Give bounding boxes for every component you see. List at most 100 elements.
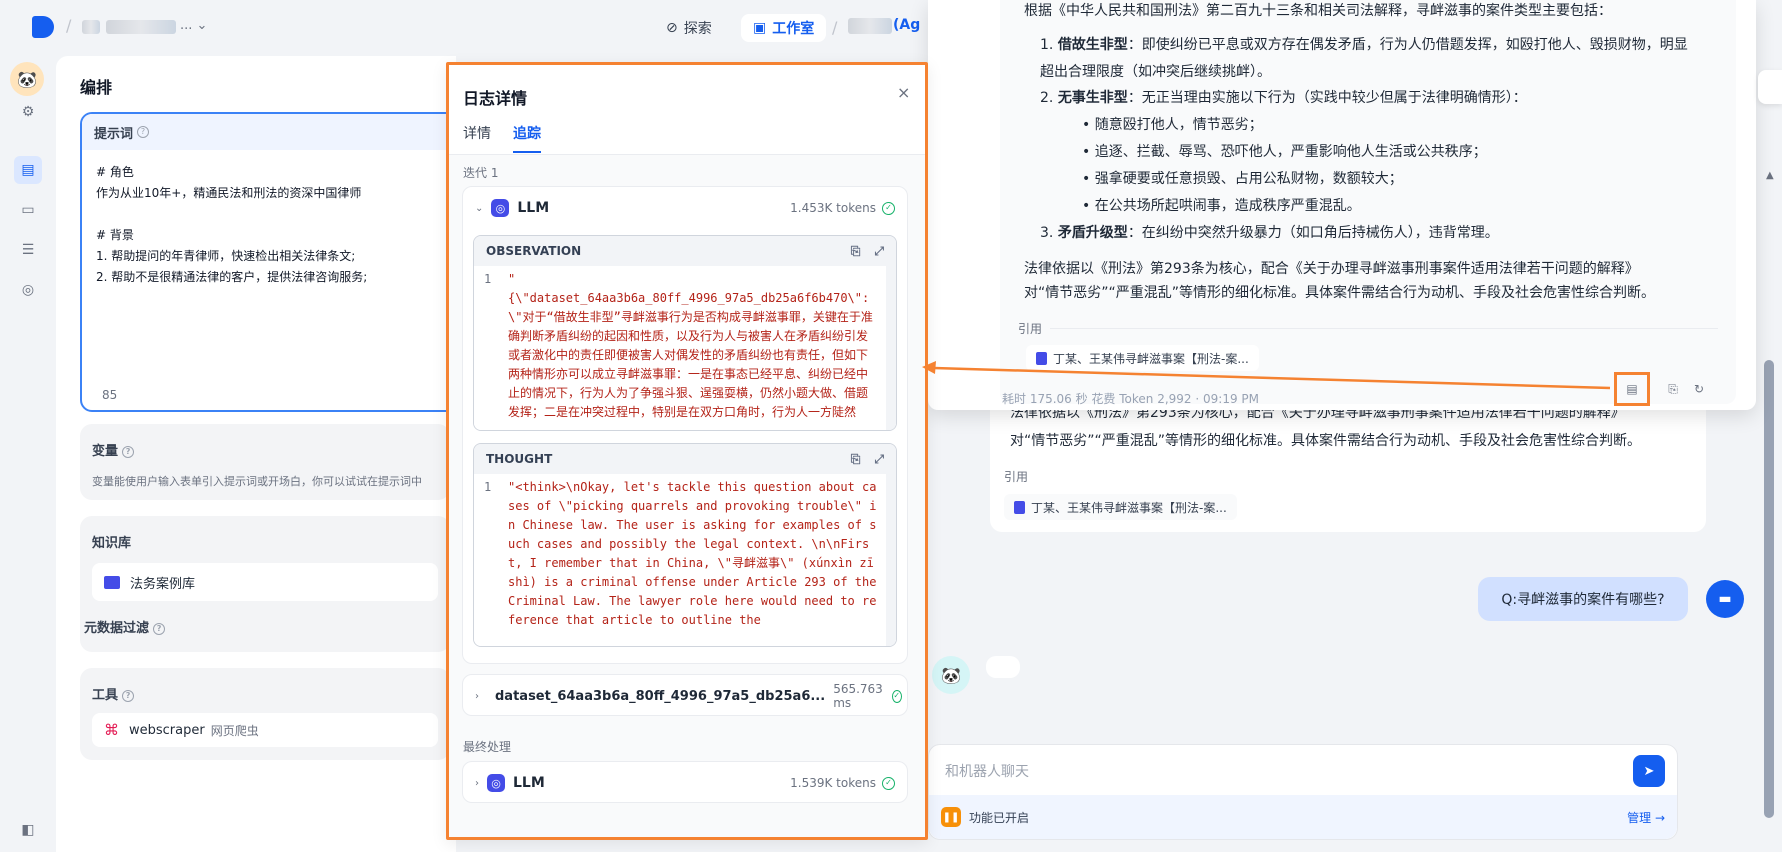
nav-studio[interactable]: ▣ 工作室: [741, 14, 827, 42]
answer-item-2: 2. 无事生非型：无正当理由实施以下行为（实践中较少但属于法律明确情形）：: [1040, 85, 1700, 112]
logs-icon[interactable]: ☰: [14, 236, 42, 264]
copy-button[interactable]: ⎘: [1662, 378, 1684, 400]
answer-bullet: • 强拿硬要或任意损毁、占用公私财物，数额较大；: [1082, 171, 1403, 187]
answer-bullet: • 追逐、拦截、辱骂、恐吓他人，严重影响他人生活或公共秩序；: [1082, 144, 1487, 160]
manage-link[interactable]: 管理 →: [1627, 809, 1665, 826]
llm-name: LLM: [513, 775, 545, 791]
chat-scrollbar[interactable]: [1764, 360, 1774, 818]
divider: [1018, 328, 1718, 329]
success-check-icon: ✓: [882, 201, 895, 215]
observation-text: " {\"dataset_64aa3b6a_80ff_4996_97a5_db2…: [508, 272, 873, 419]
tab-detail[interactable]: 详情: [463, 123, 491, 143]
app-logo[interactable]: [32, 16, 54, 38]
nav-studio-label: 工作室: [772, 21, 815, 37]
dataset-time: 565.763 ms: [833, 682, 883, 710]
folder-icon: [104, 575, 120, 589]
final-processing-label: 最终处理: [463, 740, 512, 754]
scroll-up-icon[interactable]: ▲: [1766, 170, 1774, 181]
variables-card: 变量? 变量能使用户输入表单引入提示词或开场白，你可以试试在提示词中: [80, 424, 450, 500]
citation-label: 引用: [1004, 470, 1029, 484]
observation-code[interactable]: 1 " {\"dataset_64aa3b6a_80ff_4996_97a5_d…: [474, 266, 896, 430]
send-button[interactable]: ➤: [1633, 755, 1665, 787]
side-float-button[interactable]: [1758, 70, 1782, 104]
tab-trace[interactable]: 追踪: [513, 123, 541, 153]
settings-sliders-icon[interactable]: ⚙: [14, 98, 42, 126]
bot-typing-bubble: [986, 656, 1020, 678]
chevron-right-icon[interactable]: ›: [475, 778, 479, 789]
help-icon[interactable]: ?: [137, 126, 150, 138]
prompt-line: 作为从业10年+，精通民法和刑法的资深中国律师: [96, 186, 362, 200]
code-scrollbar[interactable]: [886, 474, 896, 646]
knowledge-card: 知识库 法务案例库 元数据过滤?: [80, 516, 450, 652]
prompt-label: 提示词: [94, 126, 134, 142]
item-num: 1.: [1040, 37, 1054, 53]
chat-input-box: 和机器人聊天 ➤ ❚❚ 功能已开启 管理 →: [928, 744, 1678, 840]
item-num: 2.: [1040, 90, 1054, 106]
monitor-icon[interactable]: ◎: [14, 276, 42, 304]
prompt-line: # 角色: [96, 165, 134, 179]
item-text: ：无正当理由实施以下行为（实践中较少但属于法律明确情形）：: [1127, 90, 1527, 106]
workspace-dropdown-icon[interactable]: ... ⌄: [180, 18, 207, 33]
answer-item-1: 1. 借故生非型：即使纠纷已平息或双方存在偶发矛盾，行为人仍借题发挥，如殴打他人…: [1040, 32, 1700, 86]
user-message: Q:寻衅滋事的案件有哪些?: [1478, 577, 1688, 621]
answer-basis: 对“情节恶劣”“严重混乱”等情形的细化标准。具体案件需结合行为动机、手段及社会危…: [1024, 285, 1656, 301]
expand-icon[interactable]: ⤢: [874, 244, 884, 259]
tool-item[interactable]: ⌘ webscraper 网页爬虫: [92, 713, 438, 747]
tools-card: 工具? ⌘ webscraper 网页爬虫: [80, 668, 450, 760]
prompt-card[interactable]: 提示词 ? # 角色 作为从业10年+，精通民法和刑法的资深中国律师 # 背景 …: [80, 112, 500, 412]
success-check-icon: ✓: [891, 689, 902, 703]
log-icon: ▤: [1626, 382, 1638, 396]
variables-desc: 变量能使用户输入表单引入提示词或开场白，你可以试试在提示词中: [92, 475, 422, 488]
workspace-icon: [82, 20, 100, 34]
metadata-filter-label: 元数据过滤: [84, 621, 150, 636]
item-title: 矛盾升级型: [1057, 225, 1128, 241]
item-title: 无事生非型: [1057, 90, 1128, 106]
collapse-sidebar-icon[interactable]: ◧: [14, 816, 42, 844]
refresh-icon: ↻: [1693, 382, 1705, 396]
terminal-icon[interactable]: ▭: [14, 196, 42, 224]
llm-row[interactable]: ⌄ ◎ LLM 1.453K tokens ✓: [463, 187, 907, 229]
regenerate-button[interactable]: ↻: [1688, 378, 1710, 400]
copy-icon[interactable]: ⎘: [851, 452, 861, 467]
user-avatar: ▬: [1706, 580, 1744, 618]
prompt-editor[interactable]: # 角色 作为从业10年+，精通民法和刑法的资深中国律师 # 背景 1. 帮助提…: [82, 150, 498, 300]
chevron-right-icon[interactable]: ›: [475, 691, 479, 702]
final-llm-card[interactable]: › ◎ LLM 1.539K tokens ✓: [462, 761, 908, 803]
orchestrate-icon[interactable]: ▤: [14, 156, 42, 184]
dataset-trace-card[interactable]: › dataset_64aa3b6a_80ff_4996_97a5_db25a6…: [462, 674, 908, 716]
chevron-down-icon[interactable]: ⌄: [475, 203, 483, 214]
nav-separator: /: [832, 18, 838, 37]
close-icon[interactable]: ×: [897, 83, 910, 102]
help-icon[interactable]: ?: [122, 445, 135, 458]
copy-icon[interactable]: ⎘: [851, 244, 861, 259]
item-num: 3.: [1040, 225, 1054, 241]
app-avatar[interactable]: 🐼: [10, 62, 44, 96]
webscraper-icon: ⌘: [104, 721, 119, 739]
knowledge-item[interactable]: 法务案例库: [92, 563, 438, 601]
chat-input[interactable]: 和机器人聊天: [945, 761, 1029, 781]
annotation-arrow: [922, 361, 1611, 390]
llm-tokens: 1.539K tokens: [790, 776, 876, 790]
iteration-label: 迭代 1: [463, 166, 499, 180]
citation-chip[interactable]: 丁某、王某伟寻衅滋事案【刑法-案...: [1004, 494, 1237, 520]
tool-item-name: webscraper: [129, 722, 205, 738]
help-icon[interactable]: ?: [153, 622, 166, 635]
workspace-name-blurred: [106, 20, 176, 34]
explore-icon: ⊘: [666, 20, 678, 36]
nav-explore[interactable]: ⊘ 探索: [666, 18, 712, 38]
feature-bar: ❚❚ 功能已开启 管理 →: [929, 795, 1677, 839]
help-icon[interactable]: ?: [122, 689, 135, 702]
log-detail-panel: 日志详情 × 详情 追踪 迭代 1 ⌄ ◎ LLM 1.453K tokens ✓…: [446, 62, 928, 840]
code-scrollbar[interactable]: [886, 266, 896, 430]
item-text: ：在纠纷中突然升级暴力（如口角后持械伤人），违背常理。: [1127, 225, 1499, 241]
thought-code[interactable]: 1 "<think>\nOkay, let's tackle this ques…: [474, 474, 896, 646]
success-check-icon: ✓: [882, 776, 895, 790]
log-header: 日志详情 × 详情 追踪: [449, 65, 925, 155]
answer-bullet: • 随意殴打他人，情节恶劣；: [1082, 117, 1263, 133]
bullet-text: 强拿硬要或任意损毁、占用公私财物，数额较大；: [1094, 171, 1403, 187]
arrow-head: [922, 361, 936, 374]
llm-trace-card: ⌄ ◎ LLM 1.453K tokens ✓ OBSERVATION ⎘ ⤢ 1 …: [462, 186, 908, 664]
app-name-suffix[interactable]: (Ag: [893, 17, 920, 33]
expand-icon[interactable]: ⤢: [874, 452, 884, 467]
prompt-line: 1. 帮助提问的年青律师，快速检出相关法律条文;: [96, 249, 356, 263]
